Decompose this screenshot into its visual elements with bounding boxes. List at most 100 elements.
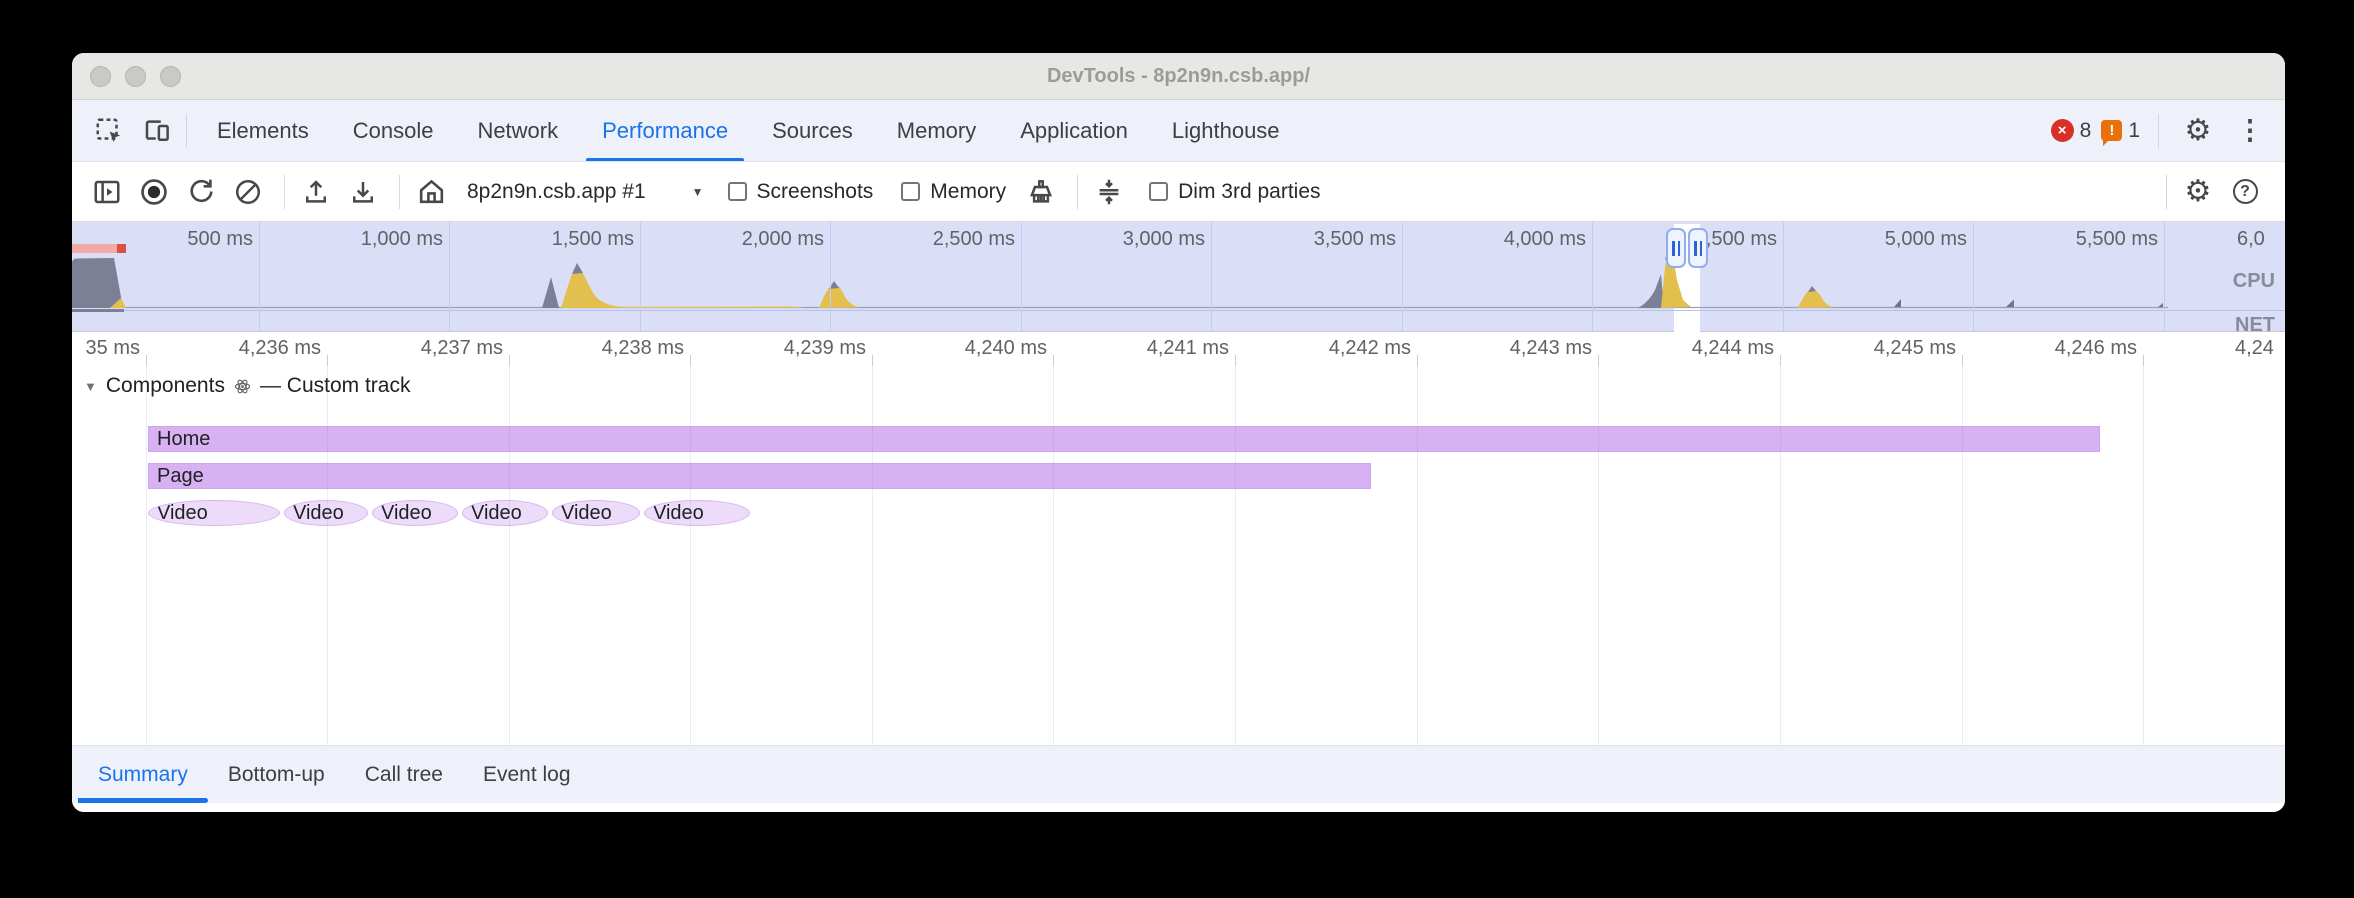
ruler-tick-mark	[1780, 355, 1781, 366]
overview-gridline	[1021, 222, 1022, 331]
devtools-window: DevTools - 8p2n9n.csb.app/ ElementsConso…	[72, 53, 2285, 812]
ruler-tick-mark	[1962, 355, 1963, 366]
divider	[284, 175, 285, 209]
track-span-video[interactable]: Video	[148, 500, 280, 526]
ruler-tick-mark	[690, 355, 691, 366]
track-gridline	[2143, 366, 2144, 745]
tracks-area[interactable]: ▼ Components — Custom track Home Page Vide…	[72, 366, 2285, 745]
settings-gear-icon[interactable]: ⚙	[2177, 110, 2219, 152]
tab-elements[interactable]: Elements	[195, 100, 331, 161]
active-bottom-tab-underline	[78, 798, 208, 803]
track-gridline	[1962, 366, 1963, 745]
tab-performance[interactable]: Performance	[580, 100, 750, 161]
close-window-button[interactable]	[90, 66, 111, 87]
checkbox-box[interactable]	[1149, 182, 1168, 201]
divider	[1077, 175, 1078, 209]
divider	[399, 175, 400, 209]
warning-icon: !	[2101, 120, 2122, 141]
ruler-tick-label: 4,242 ms	[1271, 337, 1411, 360]
selection-left-handle[interactable]	[1666, 228, 1686, 268]
inspect-element-icon[interactable]	[88, 110, 130, 152]
track-gridline	[327, 366, 328, 745]
garbage-collect-icon[interactable]	[1020, 171, 1062, 213]
ruler-tick-mark	[1235, 355, 1236, 366]
custom-track-header[interactable]: ▼ Components — Custom track	[84, 374, 410, 398]
timeline-overview[interactable]: CPU NET 500 ms1,000 ms1,500 ms2,000 ms2,…	[72, 222, 2285, 332]
checkbox-box[interactable]	[728, 182, 747, 201]
toggle-sidebar-icon[interactable]	[86, 171, 128, 213]
overview-gridline	[259, 222, 260, 331]
track-span-home[interactable]: Home	[148, 426, 2100, 452]
track-gridline	[872, 366, 873, 745]
memory-checkbox[interactable]: Memory	[901, 180, 1006, 204]
bottom-tabbar: SummaryBottom-upCall treeEvent log	[72, 745, 2285, 803]
overview-tick-label: 6,0	[2237, 228, 2265, 252]
home-icon[interactable]	[410, 171, 452, 213]
tab-console[interactable]: Console	[331, 100, 456, 161]
warning-count: 1	[2128, 119, 2140, 143]
track-gridline	[1417, 366, 1418, 745]
bottom-tab-summary[interactable]: Summary	[78, 746, 208, 803]
ruler-tick-label: 35 ms	[72, 337, 140, 360]
overview-gridline	[1973, 222, 1974, 331]
active-tab-underline	[586, 158, 744, 161]
ruler-tick-mark	[872, 355, 873, 366]
bottom-tab-event-log[interactable]: Event log	[463, 746, 591, 803]
zoom-window-button[interactable]	[160, 66, 181, 87]
help-icon[interactable]: ?	[2224, 171, 2266, 213]
track-span-video[interactable]: Video	[462, 500, 548, 526]
ruler-tick-label: 4,243 ms	[1452, 337, 1592, 360]
bottom-tab-bottom-up[interactable]: Bottom-up	[208, 746, 345, 803]
overview-tick-label: 2,500 ms	[875, 228, 1015, 252]
overview-gridline	[449, 222, 450, 331]
devtools-tabbar: ElementsConsoleNetworkPerformanceSources…	[72, 100, 2285, 162]
disclosure-triangle-icon[interactable]: ▼	[84, 379, 97, 394]
record-icon[interactable]	[133, 171, 175, 213]
track-span-video[interactable]: Video	[644, 500, 750, 526]
clear-icon[interactable]	[227, 171, 269, 213]
track-span-video[interactable]: Video	[552, 500, 640, 526]
overview-tick-label: 4,000 ms	[1446, 228, 1586, 252]
error-badge[interactable]: × 8	[2051, 119, 2092, 143]
main-tab-list: ElementsConsoleNetworkPerformanceSources…	[195, 100, 1302, 161]
tab-memory[interactable]: Memory	[875, 100, 998, 161]
overview-gridline	[830, 222, 831, 331]
capture-settings-gear-icon[interactable]: ⚙	[2177, 171, 2219, 213]
target-selector[interactable]: 8p2n9n.csb.app #1 ▼	[467, 180, 704, 204]
overview-gridline	[2164, 222, 2165, 331]
minimize-window-button[interactable]	[125, 66, 146, 87]
ruler-tick-mark	[327, 355, 328, 366]
track-gridline	[1598, 366, 1599, 745]
tab-sources[interactable]: Sources	[750, 100, 875, 161]
ruler-tick-mark	[509, 355, 510, 366]
record-and-reload-icon[interactable]	[180, 171, 222, 213]
track-span-page[interactable]: Page	[148, 463, 1371, 489]
overview-tick-label: 1,000 ms	[303, 228, 443, 252]
track-span-video[interactable]: Video	[284, 500, 368, 526]
divider	[2158, 114, 2159, 148]
net-label: NET	[2195, 314, 2275, 337]
overview-tick-label: 5,500 ms	[2018, 228, 2158, 252]
dim-3rd-parties-checkbox[interactable]: Dim 3rd parties	[1149, 180, 1320, 204]
upload-profile-icon[interactable]	[295, 171, 337, 213]
selection-right-handle[interactable]	[1688, 228, 1708, 268]
cpu-label: CPU	[2195, 270, 2275, 293]
dim-3rd-parties-label: Dim 3rd parties	[1178, 180, 1320, 204]
tab-lighthouse[interactable]: Lighthouse	[1150, 100, 1302, 161]
tab-network[interactable]: Network	[455, 100, 580, 161]
checkbox-box[interactable]	[901, 182, 920, 201]
collapse-icon[interactable]	[1088, 171, 1130, 213]
performance-toolbar: 8p2n9n.csb.app #1 ▼ Screenshots Memory	[72, 162, 2285, 222]
download-profile-icon[interactable]	[342, 171, 384, 213]
screenshots-checkbox[interactable]: Screenshots	[728, 180, 874, 204]
ruler-tick-label: 4,238 ms	[544, 337, 684, 360]
kebab-menu-icon[interactable]: ⋮	[2229, 110, 2271, 152]
overview-tick-label: 1,500 ms	[494, 228, 634, 252]
device-toolbar-icon[interactable]	[136, 110, 178, 152]
warning-badge[interactable]: ! 1	[2101, 119, 2140, 143]
tab-application[interactable]: Application	[998, 100, 1150, 161]
bottom-tab-call-tree[interactable]: Call tree	[345, 746, 463, 803]
screenshots-label: Screenshots	[757, 180, 874, 204]
ruler-tick-label: 4,239 ms	[726, 337, 866, 360]
track-span-video[interactable]: Video	[372, 500, 458, 526]
